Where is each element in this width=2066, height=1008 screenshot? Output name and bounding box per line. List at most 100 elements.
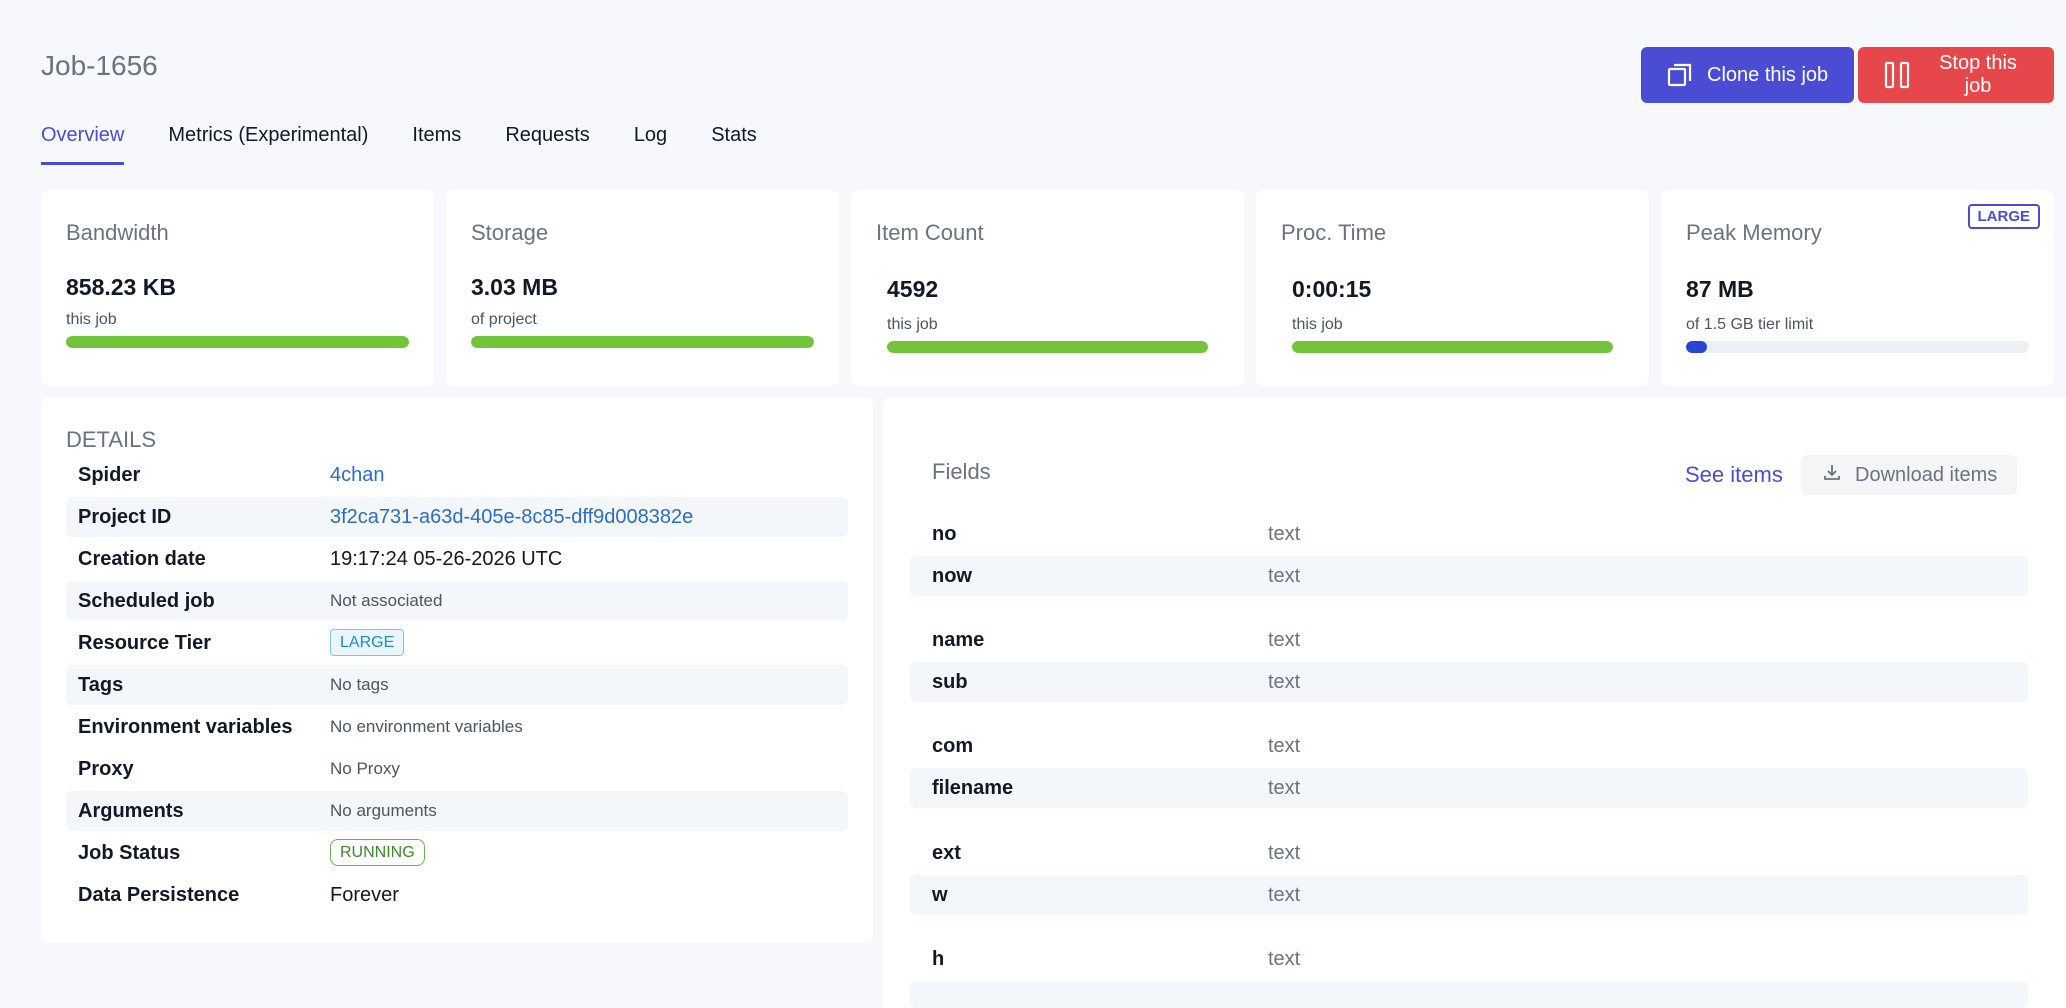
detail-label: Job Status xyxy=(78,841,181,864)
env-vars-value: No environment variables xyxy=(330,717,523,736)
fields-panel: Fields See items Download items no text … xyxy=(883,397,2066,1008)
field-name: h xyxy=(932,947,945,970)
item-count-value: 4592 xyxy=(887,276,939,302)
detail-row-tags: Tags No tags xyxy=(66,665,848,705)
proxy-value: No Proxy xyxy=(330,759,400,778)
download-items-label: Download items xyxy=(1855,463,1998,486)
detail-row-proxy: Proxy No Proxy xyxy=(66,749,848,789)
bandwidth-progress-fill xyxy=(66,336,409,348)
proc-time-progress-bar xyxy=(1292,341,1613,353)
field-row: com text xyxy=(910,726,2028,766)
page-title: Job-1656 xyxy=(41,50,158,81)
tab-log[interactable]: Log xyxy=(634,120,667,168)
storage-value: 3.03 MB xyxy=(471,274,558,300)
storage-progress-fill xyxy=(471,336,814,348)
field-row: ext text xyxy=(910,833,2028,873)
detail-row-data-persistence: Data Persistence Forever xyxy=(66,875,848,915)
field-type: text xyxy=(1268,564,1301,587)
detail-label: Creation date xyxy=(78,547,206,570)
arguments-value: No arguments xyxy=(330,801,437,820)
field-type: text xyxy=(1268,522,1301,545)
detail-row-arguments: Arguments No arguments xyxy=(66,791,848,831)
stop-job-label: Stop this job xyxy=(1939,52,2017,97)
job-status-badge-wrap: RUNNING xyxy=(330,839,425,866)
details-panel: DETAILS Spider 4chan Project ID 3f2ca731… xyxy=(41,397,873,943)
field-type: text xyxy=(1268,628,1301,651)
field-type: text xyxy=(1268,734,1301,757)
peak-memory-sub: of 1.5 GB tier limit xyxy=(1686,316,1814,333)
clone-icon xyxy=(1667,62,1693,88)
detail-label: Tags xyxy=(78,673,124,696)
detail-label: Spider xyxy=(78,463,141,486)
detail-label: Arguments xyxy=(78,799,184,822)
field-row: no text xyxy=(910,514,2028,554)
field-type: text xyxy=(1268,883,1301,906)
field-name: now xyxy=(932,564,972,587)
field-type: text xyxy=(1268,947,1301,970)
field-name: ext xyxy=(932,841,961,864)
field-type: text xyxy=(1268,841,1301,864)
tier-badge: LARGE xyxy=(1967,204,2040,229)
detail-row-env-vars: Environment variables No environment var… xyxy=(66,707,848,747)
resource-tier-badge: LARGE xyxy=(330,629,405,656)
creation-date-value: 19:17:24 05-26-2026 UTC xyxy=(330,547,563,570)
proc-time-progress-fill xyxy=(1292,341,1613,353)
field-name: name xyxy=(932,628,985,651)
proc-time-sub: this job xyxy=(1292,316,1343,333)
storage-progress-bar xyxy=(471,336,814,348)
tags-value: No tags xyxy=(330,675,389,694)
spider-link[interactable]: 4chan xyxy=(330,464,385,487)
download-icon xyxy=(1823,463,1841,487)
tab-requests[interactable]: Requests xyxy=(505,120,590,168)
detail-row-job-status: Job Status RUNNING xyxy=(66,833,848,873)
job-status-badge: RUNNING xyxy=(330,839,425,866)
field-name: com xyxy=(932,734,974,757)
download-items-button[interactable]: Download items xyxy=(1801,455,2017,495)
project-id-link[interactable]: 3f2ca731-a63d-405e-8c85-dff9d008382e xyxy=(330,506,693,529)
tab-stats[interactable]: Stats xyxy=(711,120,757,168)
detail-row-creation-date: Creation date 19:17:24 05-26-2026 UTC xyxy=(66,539,848,579)
bandwidth-title: Bandwidth xyxy=(66,220,169,245)
field-name: no xyxy=(932,522,957,545)
peak-memory-card: LARGE Peak Memory 87 MB of 1.5 GB tier l… xyxy=(1661,190,2054,386)
detail-label: Environment variables xyxy=(78,715,293,738)
field-type: text xyxy=(1268,776,1301,799)
bandwidth-value: 858.23 KB xyxy=(66,274,176,300)
see-items-link[interactable]: See items xyxy=(1685,462,1783,488)
item-count-title: Item Count xyxy=(876,220,984,245)
job-tabs: Overview Metrics (Experimental) Items Re… xyxy=(41,120,757,168)
proc-time-card: Proc. Time 0:00:15 this job xyxy=(1256,190,1649,386)
bandwidth-progress-bar xyxy=(66,336,409,348)
tab-items[interactable]: Items xyxy=(412,120,461,168)
peak-memory-title: Peak Memory xyxy=(1686,220,1822,245)
field-row: name text xyxy=(910,620,2028,660)
tab-metrics[interactable]: Metrics (Experimental) xyxy=(168,120,368,168)
detail-label: Data Persistence xyxy=(78,883,240,906)
stop-job-button[interactable]: Stop this job xyxy=(1858,47,2054,103)
detail-row-scheduled-job: Scheduled job Not associated xyxy=(66,581,848,621)
peak-memory-progress-fill xyxy=(1686,341,1707,353)
bandwidth-sub: this job xyxy=(66,311,117,328)
tab-overview[interactable]: Overview xyxy=(41,120,125,168)
detail-row-project-id: Project ID 3f2ca731-a63d-405e-8c85-dff9d… xyxy=(66,497,848,537)
details-title: DETAILS xyxy=(66,427,157,452)
detail-label: Scheduled job xyxy=(78,589,215,612)
field-row: filename text xyxy=(910,768,2028,808)
detail-label: Project ID xyxy=(78,505,172,528)
storage-title: Storage xyxy=(471,220,549,245)
clone-job-button[interactable]: Clone this job xyxy=(1641,47,1854,103)
peak-memory-value: 87 MB xyxy=(1686,276,1754,302)
storage-card: Storage 3.03 MB of project xyxy=(446,190,839,386)
detail-row-resource-tier: Resource Tier LARGE xyxy=(66,623,848,663)
item-count-progress-fill xyxy=(887,341,1208,353)
field-row: h text xyxy=(910,939,2028,979)
resource-tier-badge-wrap: LARGE xyxy=(330,629,405,656)
detail-label: Resource Tier xyxy=(78,631,212,654)
field-name: w xyxy=(932,883,948,906)
clone-job-label: Clone this job xyxy=(1707,63,1829,86)
field-row: sub text xyxy=(910,662,2028,702)
field-name: filename xyxy=(932,776,1014,799)
fields-title: Fields xyxy=(932,459,991,484)
field-name: sub xyxy=(932,670,968,693)
item-count-sub: this job xyxy=(887,316,938,333)
